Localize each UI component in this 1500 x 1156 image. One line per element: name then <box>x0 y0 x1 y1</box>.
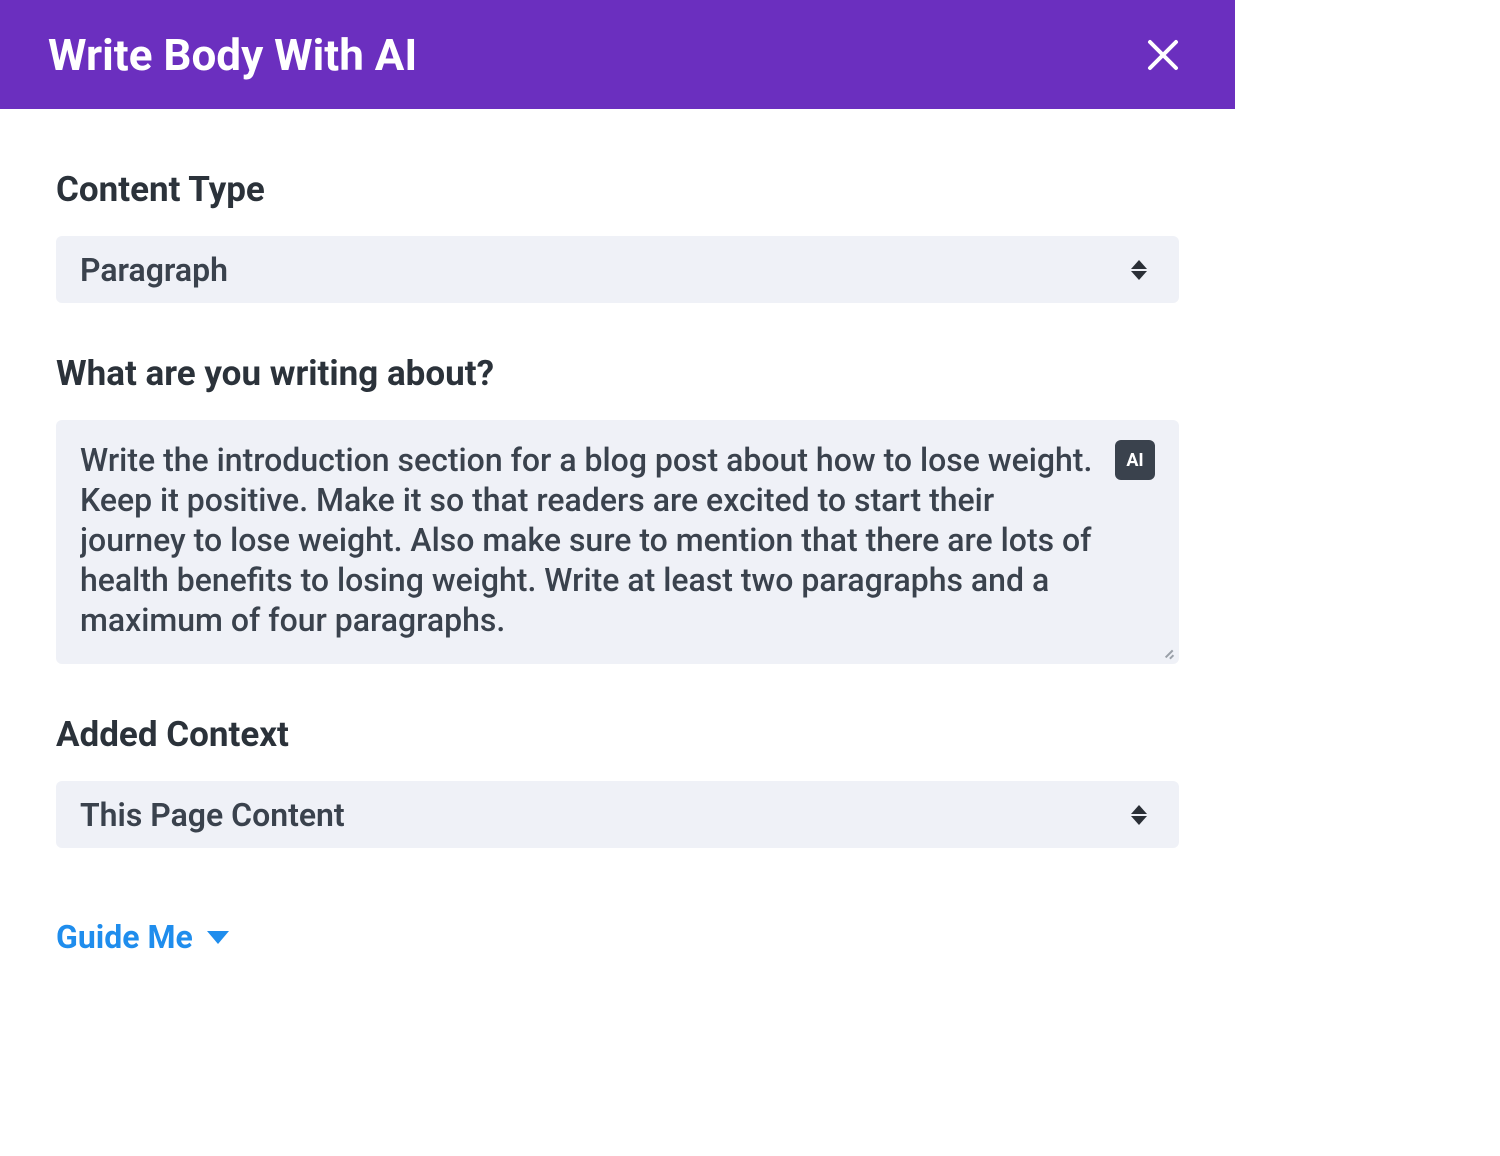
close-icon <box>1145 37 1181 73</box>
writing-about-field-group: What are you writing about? Write the in… <box>56 353 1179 664</box>
content-type-field-group: Content Type Paragraph <box>56 169 1179 303</box>
added-context-label: Added Context <box>56 714 1179 755</box>
modal-header: Write Body With AI <box>0 0 1235 109</box>
guide-me-label: Guide Me <box>56 918 193 956</box>
ai-badge-button[interactable]: AI <box>1115 440 1155 480</box>
added-context-value: This Page Content <box>80 796 1131 834</box>
close-button[interactable] <box>1139 31 1187 79</box>
writing-about-textarea-wrapper: Write the introduction section for a blo… <box>56 420 1179 664</box>
guide-me-button[interactable]: Guide Me <box>56 918 229 956</box>
select-arrows-icon <box>1131 260 1147 280</box>
writing-about-textarea[interactable]: Write the introduction section for a blo… <box>80 440 1095 640</box>
modal-title: Write Body With AI <box>48 29 417 81</box>
modal-body: Content Type Paragraph What are you writ… <box>0 109 1235 996</box>
writing-about-label: What are you writing about? <box>56 353 1179 394</box>
chevron-down-icon <box>207 931 229 944</box>
content-type-label: Content Type <box>56 169 1179 210</box>
content-type-select[interactable]: Paragraph <box>56 236 1179 303</box>
select-arrows-icon <box>1131 805 1147 825</box>
added-context-field-group: Added Context This Page Content <box>56 714 1179 848</box>
resize-handle-icon <box>1161 646 1175 660</box>
content-type-value: Paragraph <box>80 251 1131 289</box>
ai-writer-modal: Write Body With AI Content Type Paragrap… <box>0 0 1235 1156</box>
added-context-select[interactable]: This Page Content <box>56 781 1179 848</box>
